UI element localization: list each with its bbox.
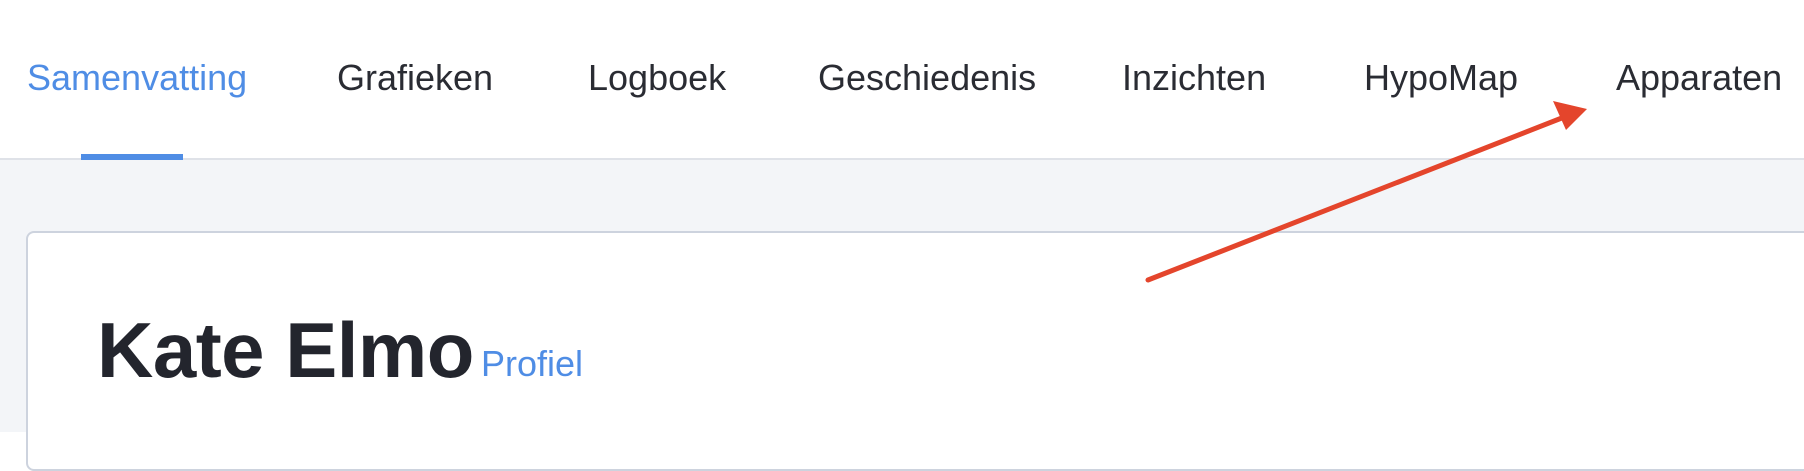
profile-link[interactable]: Profiel [481,342,583,386]
top-navigation: Samenvatting Grafieken Logboek Geschiede… [0,0,1804,162]
tab-hypomap[interactable]: HypoMap [1364,56,1518,100]
tab-geschiedenis[interactable]: Geschiedenis [818,56,1036,100]
tab-grafieken[interactable]: Grafieken [337,56,493,100]
tab-logboek[interactable]: Logboek [588,56,726,100]
tab-samenvatting[interactable]: Samenvatting [27,56,247,100]
tab-apparaten[interactable]: Apparaten [1616,56,1782,100]
tab-inzichten[interactable]: Inzichten [1122,56,1266,100]
patient-name: Kate Elmo [97,306,474,394]
